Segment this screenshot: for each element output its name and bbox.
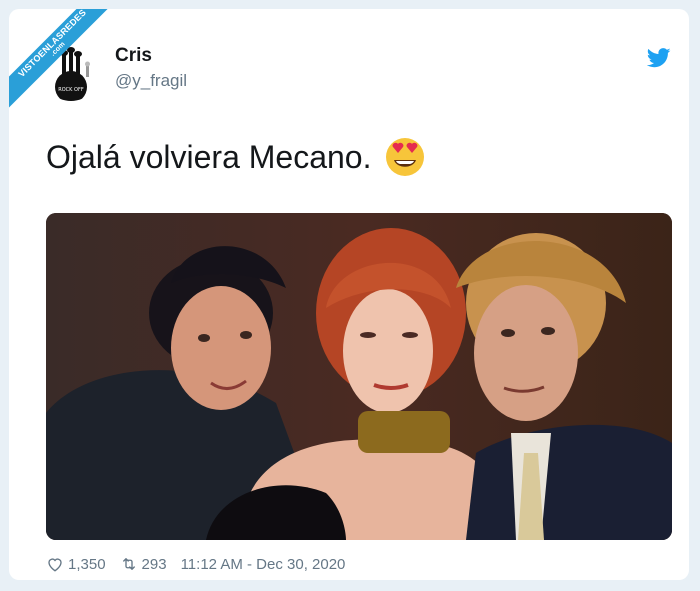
timestamp[interactable]: 11:12 AM - Dec 30, 2020 — [181, 556, 346, 573]
like-count: 1,350 — [68, 555, 106, 573]
tweet-footer: 1,350 293 11:12 AM - Dec 30, 2020 — [46, 554, 345, 574]
like-group[interactable]: 1,350 — [46, 555, 106, 573]
tweet-card: VISTOENLASREDES .com ROCK OFF Cris @y_fr… — [9, 9, 689, 580]
watermark-text: VISTOENLASREDES — [16, 9, 89, 80]
photo-image — [46, 213, 672, 540]
watermark-corner: VISTOENLASREDES .com — [9, 9, 129, 129]
heart-eyes-emoji-icon — [386, 138, 425, 176]
twitter-bird-icon[interactable] — [647, 47, 671, 69]
heart-icon[interactable] — [46, 555, 64, 573]
tweet-text-row: Ojalá volviera Mecano. — [46, 137, 425, 177]
tweet-photo[interactable] — [46, 213, 672, 540]
retweet-count: 293 — [141, 555, 167, 573]
retweet-group[interactable]: 293 — [120, 555, 167, 573]
retweet-icon[interactable] — [120, 555, 138, 573]
tweet-text: Ojalá volviera Mecano. — [46, 138, 372, 175]
watermark-ribbon: VISTOENLASREDES .com — [9, 9, 120, 111]
